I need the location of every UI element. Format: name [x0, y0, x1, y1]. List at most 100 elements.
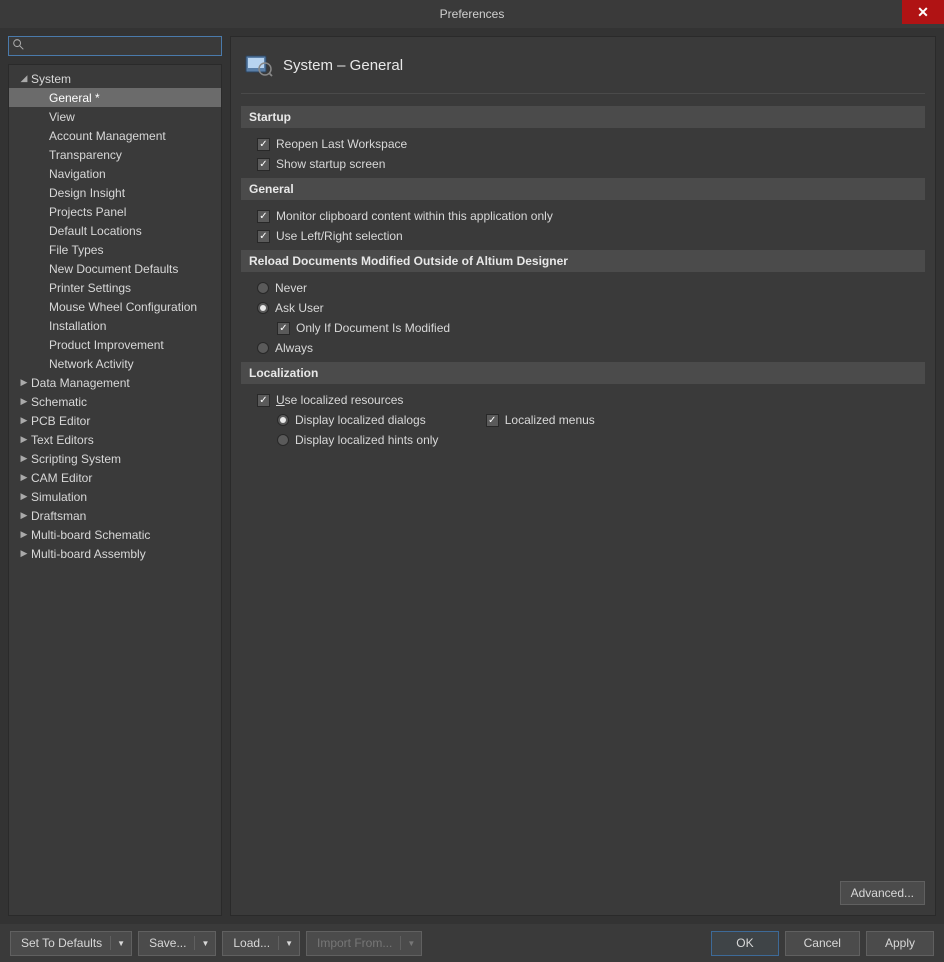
option-label: Show startup screen — [276, 157, 385, 171]
page-icon — [245, 53, 273, 77]
tree-item-pcb-editor[interactable]: ▶PCB Editor — [9, 411, 221, 430]
option-reload-never[interactable]: Never — [241, 278, 925, 298]
button-label: Load... — [233, 936, 270, 950]
tree-item-text-editors[interactable]: ▶Text Editors — [9, 430, 221, 449]
tree-item-printer-settings[interactable]: Printer Settings — [9, 278, 221, 297]
option-reopen-last-workspace[interactable]: ✓ Reopen Last Workspace — [241, 134, 925, 154]
tree-item-mouse-wheel-configuration[interactable]: Mouse Wheel Configuration — [9, 297, 221, 316]
import-from-button[interactable]: Import From... ▼ — [306, 931, 422, 956]
tree-item-label: Schematic — [31, 395, 87, 409]
tree-item-draftsman[interactable]: ▶Draftsman — [9, 506, 221, 525]
set-to-defaults-button[interactable]: Set To Defaults ▼ — [10, 931, 132, 956]
button-label: OK — [736, 936, 753, 950]
section-header-localization: Localization — [241, 362, 925, 384]
cancel-button[interactable]: Cancel — [785, 931, 860, 956]
radio-icon — [277, 434, 289, 446]
tree-item-scripting-system[interactable]: ▶Scripting System — [9, 449, 221, 468]
section-header-startup: Startup — [241, 106, 925, 128]
button-label: Set To Defaults — [21, 936, 102, 950]
option-label: Always — [275, 341, 313, 355]
load-button[interactable]: Load... ▼ — [222, 931, 300, 956]
tree-item-label: Draftsman — [31, 509, 86, 523]
checkbox-icon: ✓ — [257, 394, 270, 407]
option-label: Only If Document Is Modified — [296, 321, 450, 335]
tree-item-view[interactable]: View — [9, 107, 221, 126]
option-only-if-modified[interactable]: ✓ Only If Document Is Modified — [241, 318, 925, 338]
tree-item-design-insight[interactable]: Design Insight — [9, 183, 221, 202]
option-reload-always[interactable]: Always — [241, 338, 925, 358]
tree-item-label: General * — [49, 91, 100, 105]
tree-item-transparency[interactable]: Transparency — [9, 145, 221, 164]
divider — [110, 936, 111, 950]
tree-item-label: Simulation — [31, 490, 87, 504]
tree-item-projects-panel[interactable]: Projects Panel — [9, 202, 221, 221]
tree-item-multiboard-assembly[interactable]: ▶Multi-board Assembly — [9, 544, 221, 563]
tree-item-product-improvement[interactable]: Product Improvement — [9, 335, 221, 354]
search-input[interactable] — [28, 39, 217, 53]
window-title: Preferences — [440, 7, 505, 21]
search-icon — [13, 39, 24, 53]
content-panel: System – General Startup ✓ Reopen Last W… — [230, 36, 936, 916]
tree-item-label: Design Insight — [49, 186, 125, 200]
tree-item-label: Projects Panel — [49, 205, 126, 219]
chevron-down-icon: ▼ — [201, 939, 209, 948]
tree-item-cam-editor[interactable]: ▶CAM Editor — [9, 468, 221, 487]
tree-item-general[interactable]: General * — [9, 88, 221, 107]
option-display-localized-hints-only[interactable]: Display localized hints only — [241, 430, 925, 450]
option-display-localized-dialogs[interactable]: Display localized dialogs — [277, 410, 426, 430]
option-reload-ask-user[interactable]: Ask User — [241, 298, 925, 318]
expand-icon: ▶ — [17, 510, 31, 521]
close-button[interactable]: ✕ — [902, 0, 944, 24]
radio-icon — [277, 414, 289, 426]
option-label: Reopen Last Workspace — [276, 137, 407, 151]
tree-item-navigation[interactable]: Navigation — [9, 164, 221, 183]
tree-item-installation[interactable]: Installation — [9, 316, 221, 335]
expand-icon: ▶ — [17, 548, 31, 559]
search-box[interactable] — [8, 36, 222, 56]
option-use-localized-resources[interactable]: ✓ Use localized resources — [241, 390, 925, 410]
tree-item-multiboard-schematic[interactable]: ▶Multi-board Schematic — [9, 525, 221, 544]
option-use-lr-selection[interactable]: ✓ Use Left/Right selection — [241, 226, 925, 246]
save-button[interactable]: Save... ▼ — [138, 931, 216, 956]
tree-item-simulation[interactable]: ▶Simulation — [9, 487, 221, 506]
tree-item-label: PCB Editor — [31, 414, 90, 428]
tree-item-system[interactable]: ◢ System — [9, 69, 221, 88]
expand-icon: ▶ — [17, 453, 31, 464]
advanced-button[interactable]: Advanced... — [840, 881, 925, 905]
tree-item-new-document-defaults[interactable]: New Document Defaults — [9, 259, 221, 278]
checkbox-icon: ✓ — [257, 230, 270, 243]
tree-item-label: Default Locations — [49, 224, 142, 238]
tree-item-account-management[interactable]: Account Management — [9, 126, 221, 145]
tree-item-label: Navigation — [49, 167, 106, 181]
tree-item-data-management[interactable]: ▶Data Management — [9, 373, 221, 392]
chevron-down-icon: ▼ — [407, 939, 415, 948]
tree-item-label: CAM Editor — [31, 471, 92, 485]
tree-item-schematic[interactable]: ▶Schematic — [9, 392, 221, 411]
button-label: Import From... — [317, 936, 392, 950]
option-label: Ask User — [275, 301, 324, 315]
option-monitor-clipboard[interactable]: ✓ Monitor clipboard content within this … — [241, 206, 925, 226]
tree-item-file-types[interactable]: File Types — [9, 240, 221, 259]
button-label: Save... — [149, 936, 186, 950]
expand-icon: ▶ — [17, 415, 31, 426]
tree-item-label: System — [31, 72, 71, 86]
tree-item-label: Scripting System — [31, 452, 121, 466]
tree-item-label: New Document Defaults — [49, 262, 178, 276]
radio-icon — [257, 282, 269, 294]
expand-icon: ▶ — [17, 377, 31, 388]
chevron-down-icon: ▼ — [285, 939, 293, 948]
checkbox-icon: ✓ — [257, 138, 270, 151]
ok-button[interactable]: OK — [711, 931, 778, 956]
section-header-reload: Reload Documents Modified Outside of Alt… — [241, 250, 925, 272]
tree-item-label: Product Improvement — [49, 338, 164, 352]
chevron-down-icon: ▼ — [117, 939, 125, 948]
page-header: System – General — [241, 45, 925, 94]
option-show-startup-screen[interactable]: ✓ Show startup screen — [241, 154, 925, 174]
tree-item-default-locations[interactable]: Default Locations — [9, 221, 221, 240]
expand-icon: ▶ — [17, 491, 31, 502]
radio-icon — [257, 302, 269, 314]
checkbox-icon: ✓ — [277, 322, 290, 335]
option-localized-menus[interactable]: ✓ Localized menus — [486, 410, 595, 430]
tree-item-network-activity[interactable]: Network Activity — [9, 354, 221, 373]
apply-button[interactable]: Apply — [866, 931, 934, 956]
